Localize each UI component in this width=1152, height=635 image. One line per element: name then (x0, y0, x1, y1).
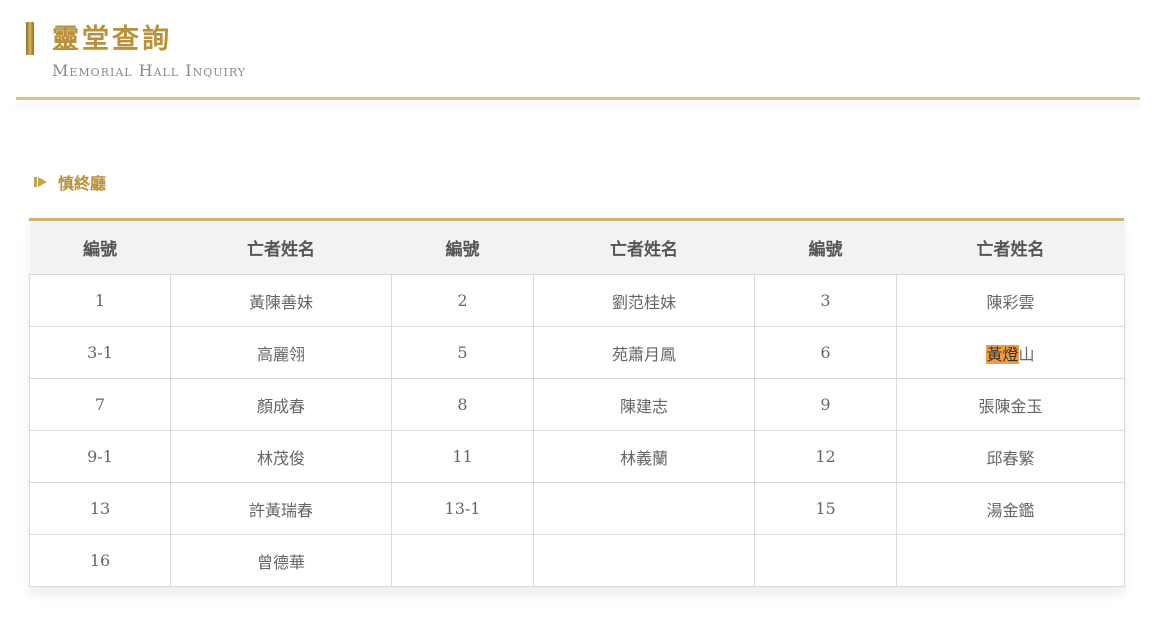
page-title: 靈堂查詢 (52, 24, 172, 55)
table-row: 3-1 高麗翎 5 苑蕭月鳳 6 黃燈山 (29, 326, 1125, 379)
page-header: 靈堂查詢 Memorial Hall Inquiry (0, 0, 1152, 110)
name-rest: 山 (1018, 344, 1035, 364)
memorial-table-container: 編號 亡者姓名 編號 亡者姓名 編號 亡者姓名 1 黃陳善妹 2 劉范桂妹 3 … (29, 218, 1125, 587)
cell-name: 顏成春 (170, 378, 392, 431)
header-name-1: 亡者姓名 (170, 221, 392, 275)
section-heading: 慎終廳 (34, 170, 106, 194)
cell-name: 林義蘭 (533, 430, 755, 483)
cell-number: 9-1 (29, 430, 171, 483)
cell-name (533, 534, 755, 587)
table-row: 13 許黃瑞春 13-1 15 湯金鑑 (29, 482, 1125, 535)
cell-name: 林茂俊 (170, 430, 392, 483)
cell-number: 13-1 (391, 482, 534, 535)
cell-number (754, 534, 897, 587)
cell-number: 11 (391, 430, 534, 483)
cell-number: 5 (391, 326, 534, 379)
cell-name: 許黃瑞春 (170, 482, 392, 535)
cell-number: 2 (391, 274, 534, 327)
cell-number: 12 (754, 430, 897, 483)
header-name-3: 亡者姓名 (896, 221, 1125, 275)
cell-name: 張陳金玉 (896, 378, 1125, 431)
header-name-2: 亡者姓名 (533, 221, 755, 275)
section-title: 慎終廳 (58, 174, 107, 193)
cell-name (533, 482, 755, 535)
table-row: 1 黃陳善妹 2 劉范桂妹 3 陳彩雲 (29, 274, 1125, 327)
cell-name: 邱春繁 (896, 430, 1125, 483)
title-bar-icon (26, 22, 34, 55)
cell-name: 黃陳善妹 (170, 274, 392, 327)
cell-number: 6 (754, 326, 897, 379)
cell-name: 曾德華 (170, 534, 392, 587)
cell-number: 3 (754, 274, 897, 327)
header-divider (16, 97, 1140, 100)
cell-name: 湯金鑑 (896, 482, 1125, 535)
cell-name: 陳彩雲 (896, 274, 1125, 327)
header-number-2: 編號 (391, 221, 534, 275)
cell-number: 1 (29, 274, 171, 327)
cell-number: 7 (29, 378, 171, 431)
cell-name: 高麗翎 (170, 326, 392, 379)
cell-number: 16 (29, 534, 171, 587)
page-subtitle: Memorial Hall Inquiry (52, 61, 247, 80)
cell-number: 9 (754, 378, 897, 431)
cell-number: 13 (29, 482, 171, 535)
cell-number: 15 (754, 482, 897, 535)
header-number-1: 編號 (29, 221, 171, 275)
cell-number: 3-1 (29, 326, 171, 379)
table-row: 16 曾德華 (29, 534, 1125, 587)
cell-number: 8 (391, 378, 534, 431)
cell-name: 劉范桂妹 (533, 274, 755, 327)
search-highlight: 黃燈 (986, 344, 1019, 364)
memorial-table: 編號 亡者姓名 編號 亡者姓名 編號 亡者姓名 1 黃陳善妹 2 劉范桂妹 3 … (29, 221, 1125, 587)
play-arrow-icon (34, 175, 48, 189)
header-number-3: 編號 (754, 221, 897, 275)
cell-name: 黃燈山 (896, 326, 1125, 379)
table-row: 9-1 林茂俊 11 林義蘭 12 邱春繁 (29, 430, 1125, 483)
table-header-row: 編號 亡者姓名 編號 亡者姓名 編號 亡者姓名 (29, 221, 1125, 275)
cell-name (896, 534, 1125, 587)
cell-name: 陳建志 (533, 378, 755, 431)
table-row: 7 顏成春 8 陳建志 9 張陳金玉 (29, 378, 1125, 431)
cell-name: 苑蕭月鳳 (533, 326, 755, 379)
cell-number (391, 534, 534, 587)
